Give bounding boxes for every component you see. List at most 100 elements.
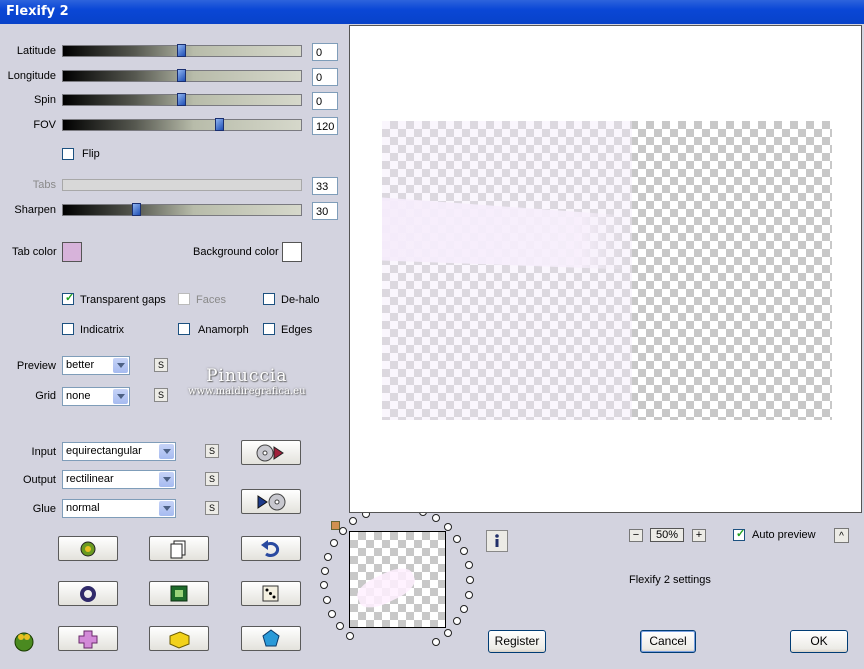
frog-icon <box>80 541 96 557</box>
anamorph-label: Anamorph <box>198 324 249 336</box>
navigator-dot[interactable] <box>466 576 474 584</box>
spin-field[interactable]: 0 <box>312 92 338 110</box>
flip-checkbox[interactable] <box>62 148 74 160</box>
brick-button[interactable] <box>149 626 209 651</box>
navigator-dot[interactable] <box>432 637 441 646</box>
indicatrix-checkbox[interactable] <box>62 323 74 335</box>
navigator-dot[interactable] <box>453 617 462 626</box>
auto-preview-checkbox[interactable]: ✓ <box>733 528 746 541</box>
grid-select[interactable]: none <box>62 387 130 406</box>
sharpen-slider-thumb[interactable] <box>131 203 141 216</box>
navigator-dot[interactable] <box>453 534 462 543</box>
save-preset-button[interactable] <box>241 489 301 514</box>
chevron-down-icon <box>159 444 174 459</box>
preview-area[interactable] <box>349 25 862 513</box>
fov-field[interactable]: 120 <box>312 117 338 135</box>
preview-s-button[interactable]: S <box>154 358 168 372</box>
navigator-thumbnail[interactable] <box>349 531 446 628</box>
edges-label: Edges <box>281 324 313 336</box>
info-button[interactable] <box>486 530 508 552</box>
navigator-dot[interactable] <box>323 552 332 561</box>
output-select[interactable]: rectilinear <box>62 470 176 489</box>
undo-button[interactable] <box>241 536 301 561</box>
navigator-dot[interactable] <box>320 581 329 590</box>
navigator-dot[interactable] <box>464 561 473 570</box>
input-s-button[interactable]: S <box>205 444 219 458</box>
latitude-slider-thumb[interactable] <box>177 44 186 57</box>
preview-quality-select[interactable]: better <box>62 356 130 375</box>
tab-color-label: Tab color <box>12 246 57 258</box>
square-button[interactable] <box>149 581 209 606</box>
navigator-dot[interactable] <box>329 539 338 548</box>
navigator-dot[interactable] <box>443 628 452 637</box>
sharpen-slider[interactable] <box>62 203 302 216</box>
ok-button[interactable]: OK <box>790 630 848 653</box>
brick-icon <box>169 631 190 649</box>
chevron-down-icon <box>159 501 174 516</box>
transparent-gaps-label: Transparent gaps <box>80 294 166 306</box>
cancel-button[interactable]: Cancel <box>640 630 696 653</box>
copy-button[interactable] <box>149 536 209 561</box>
longitude-field[interactable]: 0 <box>312 68 338 86</box>
spin-slider[interactable] <box>62 93 302 106</box>
navigator-dot[interactable] <box>338 527 347 536</box>
sharpen-field[interactable]: 30 <box>312 202 338 220</box>
preview-image <box>382 121 832 420</box>
glue-label: Glue <box>32 503 56 515</box>
anamorph-checkbox[interactable] <box>178 323 190 335</box>
watermark: Pinuccia www.maidiregrafica.eu <box>188 366 306 397</box>
navigator-dot[interactable] <box>346 632 355 641</box>
output-label: Output <box>22 474 56 486</box>
register-button[interactable]: Register <box>488 630 546 653</box>
dice-button[interactable] <box>241 581 301 606</box>
grid-s-button[interactable]: S <box>154 388 168 402</box>
fov-slider[interactable] <box>62 118 302 131</box>
navigator-dot[interactable] <box>460 547 469 556</box>
load-preset-button[interactable] <box>241 440 301 465</box>
input-select[interactable]: equirectangular <box>62 442 176 461</box>
tab-color-swatch[interactable] <box>62 242 82 262</box>
preview-quality-value: better <box>66 359 95 371</box>
navigator-dot[interactable] <box>336 621 345 630</box>
latitude-label: Latitude <box>16 45 56 57</box>
spin-slider-thumb[interactable] <box>177 93 186 106</box>
copy-icon <box>170 540 186 559</box>
spin-label: Spin <box>33 94 56 106</box>
cross-button[interactable] <box>58 626 118 651</box>
navigator-dot[interactable] <box>349 517 358 526</box>
faces-checkbox <box>178 293 190 305</box>
latitude-slider[interactable] <box>62 44 302 57</box>
glue-s-button[interactable]: S <box>205 501 219 515</box>
output-s-button[interactable]: S <box>205 472 219 486</box>
dehalo-label: De-halo <box>281 294 320 306</box>
longitude-slider-thumb[interactable] <box>177 69 186 82</box>
play-disc-icon <box>257 493 286 511</box>
pentagon-button[interactable] <box>241 626 301 651</box>
latitude-field[interactable]: 0 <box>312 43 338 61</box>
longitude-slider[interactable] <box>62 69 302 82</box>
navigator-dot[interactable] <box>320 566 329 575</box>
navigator-dot[interactable] <box>432 514 441 523</box>
zoom-in-button[interactable]: + <box>692 529 706 542</box>
navigator-dot[interactable] <box>460 604 469 613</box>
glue-select[interactable]: normal <box>62 499 176 518</box>
collapse-button[interactable]: ^ <box>834 528 849 543</box>
random-button[interactable] <box>58 536 118 561</box>
check-icon: ✓ <box>736 528 746 540</box>
background-color-swatch[interactable] <box>282 242 302 262</box>
navigator-dot[interactable] <box>322 595 331 604</box>
flip-label: Flip <box>82 148 100 160</box>
ring-button[interactable] <box>58 581 118 606</box>
transparent-gaps-checkbox[interactable]: ✓ <box>62 292 74 305</box>
navigator-dot[interactable] <box>443 523 452 532</box>
edges-checkbox[interactable] <box>263 323 275 335</box>
fov-slider-thumb[interactable] <box>215 118 225 131</box>
watermark-url: www.maidiregrafica.eu <box>188 386 306 397</box>
zoom-out-button[interactable]: − <box>629 529 643 542</box>
navigator-dot[interactable] <box>328 609 337 618</box>
dehalo-checkbox[interactable] <box>263 293 275 305</box>
plus-icon <box>78 630 98 649</box>
grid-value: none <box>66 390 91 402</box>
navigator-dot[interactable] <box>464 590 473 599</box>
pentagon-icon <box>262 629 280 647</box>
